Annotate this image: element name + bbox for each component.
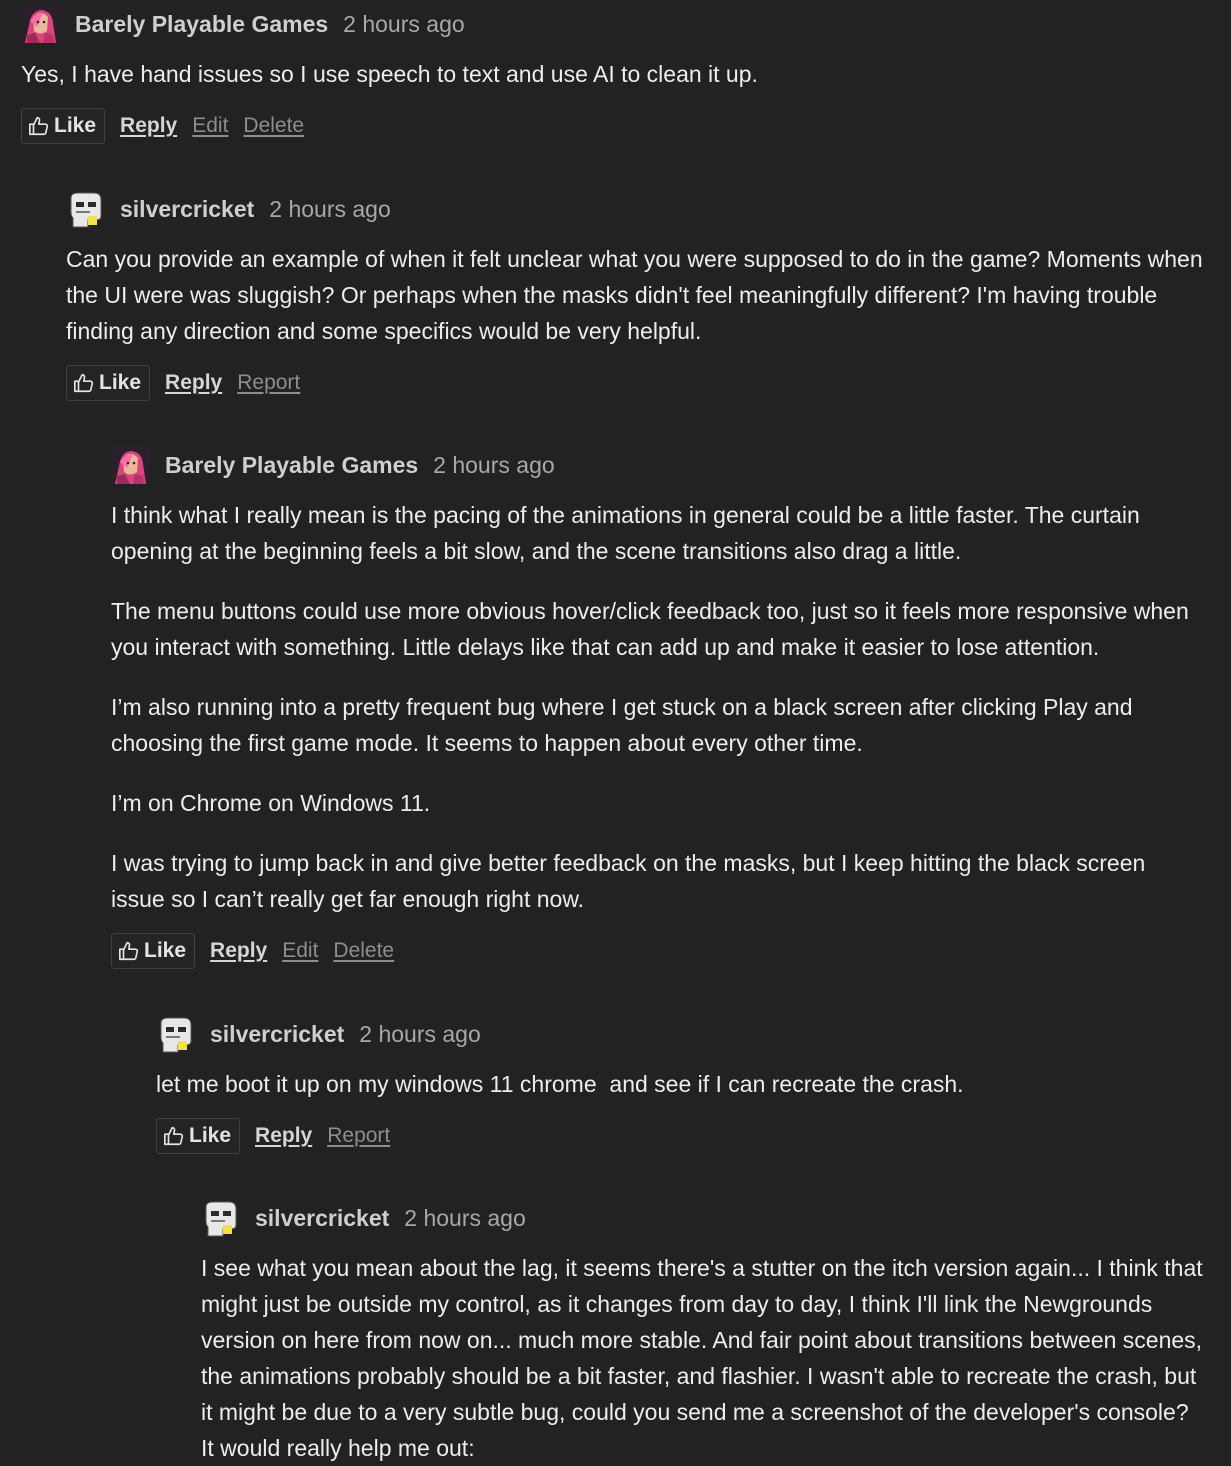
- comment-timestamp: 2 hours ago: [269, 195, 391, 222]
- like-button[interactable]: Like: [111, 933, 196, 969]
- comment-paragraph: I was trying to jump back in and give be…: [111, 850, 1146, 912]
- comment-header: silvercricket 2 hours ago: [66, 189, 1205, 229]
- like-label: Like: [144, 939, 187, 962]
- comment-body: Can you provide an example of when it fe…: [66, 241, 1205, 349]
- comment-actions: Like Reply Edit Delete: [111, 933, 1205, 969]
- comment: silvercricket 2 hours ago Can you provid…: [66, 189, 1205, 401]
- thumbs-up-icon: [29, 116, 49, 136]
- like-button[interactable]: Like: [66, 365, 151, 401]
- comment-author[interactable]: Barely Playable Games: [165, 452, 418, 479]
- comment: silvercricket 2 hours ago I see what you…: [201, 1198, 1205, 1466]
- report-link[interactable]: Report: [237, 371, 300, 395]
- comment-actions: Like Reply Report: [66, 365, 1205, 401]
- comment-author[interactable]: Barely Playable Games: [75, 11, 328, 38]
- thumbs-up-icon: [119, 941, 139, 961]
- user-avatar-icon[interactable]: [66, 190, 104, 228]
- comment-header: Barely Playable Games 2 hours ago: [21, 4, 1205, 44]
- comment-timestamp: 2 hours ago: [343, 10, 465, 37]
- user-avatar-icon[interactable]: [201, 1199, 239, 1237]
- comment-timestamp: 2 hours ago: [404, 1204, 526, 1231]
- edit-link[interactable]: Edit: [282, 939, 318, 963]
- comment-paragraph: I’m on Chrome on Windows 11.: [111, 790, 431, 816]
- edit-link[interactable]: Edit: [192, 114, 228, 138]
- comment: Barely Playable Games 2 hours ago Yes, I…: [21, 4, 1205, 144]
- comment-paragraph: Can you provide an example of when it fe…: [66, 246, 1203, 344]
- delete-link[interactable]: Delete: [333, 939, 394, 963]
- comment-timestamp: 2 hours ago: [359, 1020, 481, 1047]
- like-button[interactable]: Like: [156, 1118, 241, 1154]
- user-avatar-icon[interactable]: [156, 1015, 194, 1053]
- like-label: Like: [54, 114, 97, 137]
- comment: Barely Playable Games 2 hours ago I thin…: [111, 445, 1205, 969]
- user-avatar-icon[interactable]: [21, 5, 59, 43]
- comment-header: silvercricket 2 hours ago: [201, 1198, 1205, 1238]
- like-label: Like: [99, 371, 142, 394]
- comment-body: I see what you mean about the lag, it se…: [201, 1250, 1205, 1466]
- comment-actions: Like Reply Edit Delete: [21, 108, 1205, 144]
- comment-body: I think what I really mean is the pacing…: [111, 497, 1205, 917]
- like-button[interactable]: Like: [21, 108, 106, 144]
- comment-paragraph: let me boot it up on my windows 11 chrom…: [156, 1071, 964, 1097]
- like-label: Like: [189, 1124, 232, 1147]
- comment-paragraph: Yes, I have hand issues so I use speech …: [21, 61, 758, 87]
- thumbs-up-icon: [164, 1126, 184, 1146]
- comment-paragraph: I think what I really mean is the pacing…: [111, 502, 1140, 564]
- reply-link[interactable]: Reply: [210, 939, 267, 963]
- comment-paragraph: I’m also running into a pretty frequent …: [111, 694, 1133, 756]
- comment-author[interactable]: silvercricket: [210, 1021, 344, 1048]
- comment-author[interactable]: silvercricket: [255, 1205, 389, 1232]
- comment-header: Barely Playable Games 2 hours ago: [111, 445, 1205, 485]
- report-link[interactable]: Report: [327, 1124, 390, 1148]
- user-avatar-icon[interactable]: [111, 446, 149, 484]
- comment-timestamp: 2 hours ago: [433, 451, 555, 478]
- comment-header: silvercricket 2 hours ago: [156, 1014, 1205, 1054]
- comment-author[interactable]: silvercricket: [120, 196, 254, 223]
- reply-link[interactable]: Reply: [165, 371, 222, 395]
- comment-paragraph: The menu buttons could use more obvious …: [111, 598, 1189, 660]
- comment-actions: Like Reply Report: [156, 1118, 1205, 1154]
- comment-body: Yes, I have hand issues so I use speech …: [21, 56, 1205, 92]
- reply-link[interactable]: Reply: [120, 114, 177, 138]
- comment-body: let me boot it up on my windows 11 chrom…: [156, 1066, 1205, 1102]
- thumbs-up-icon: [74, 373, 94, 393]
- reply-link[interactable]: Reply: [255, 1124, 312, 1148]
- comment-paragraph: I see what you mean about the lag, it se…: [201, 1255, 1203, 1461]
- comment: silvercricket 2 hours ago let me boot it…: [156, 1014, 1205, 1154]
- delete-link[interactable]: Delete: [243, 114, 304, 138]
